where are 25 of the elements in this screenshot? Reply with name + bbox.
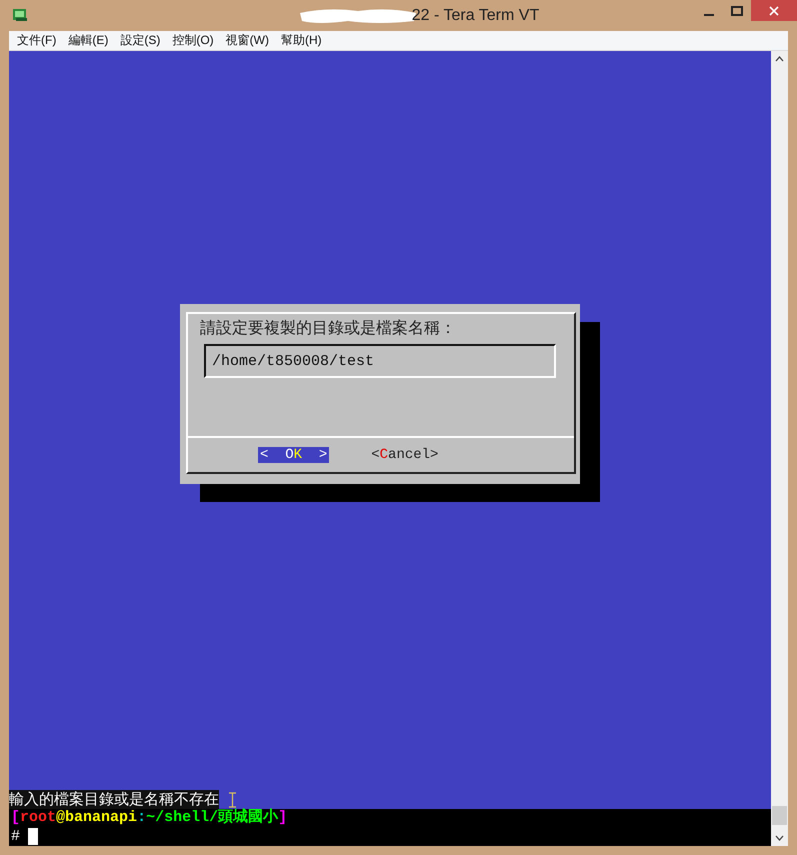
menu-item[interactable]: 設定(S) — [114, 32, 166, 49]
scroll-down-icon[interactable] — [775, 835, 784, 841]
input-field[interactable]: /home/t850008/test — [204, 344, 556, 378]
menu-item[interactable]: 編輯(E) — [62, 32, 114, 49]
shell-prompt-path: [root@bananapi:~/shell/頭城國小] — [10, 809, 288, 827]
shell-prompt: # — [11, 828, 20, 844]
terminal-icon — [12, 8, 28, 22]
block-cursor — [28, 828, 38, 844]
menu-item[interactable]: 控制(O) — [166, 32, 220, 49]
scrollbar-thumb[interactable] — [772, 806, 787, 825]
dialog-prompt: 請設定要複製的目錄或是檔案名稱： — [199, 317, 457, 339]
window-title: 22 - Tera Term VT — [412, 6, 540, 24]
menu-item[interactable]: 幫助(H) — [274, 32, 328, 49]
status-message: 輸入的檔案目錄或是名稱不存在 — [9, 790, 219, 809]
scroll-up-icon[interactable] — [775, 56, 784, 62]
dialog-button[interactable]: <Cancel> — [369, 447, 440, 463]
text-cursor-icon — [229, 792, 236, 808]
minimize-icon — [704, 14, 714, 16]
scrollbar[interactable] — [771, 51, 788, 846]
maximize-icon — [731, 6, 743, 16]
menu-item[interactable]: 視窗(W) — [220, 32, 275, 49]
dialog-button[interactable]: < OK > — [258, 447, 330, 463]
close-button[interactable] — [751, 0, 797, 21]
close-icon — [769, 6, 779, 16]
menu-item[interactable]: 文件(F) — [11, 32, 62, 49]
